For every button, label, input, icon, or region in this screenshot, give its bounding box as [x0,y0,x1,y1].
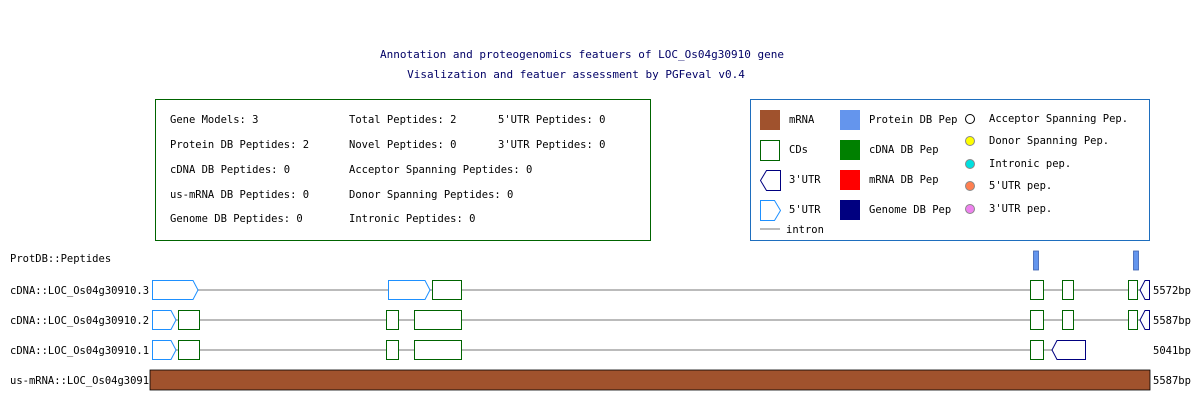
cdna1-cds-5 [1030,340,1044,360]
cdna1-cds-4 [414,340,462,360]
stat-genome-db-peptides: Genome DB Peptides: 0 [170,213,303,225]
length-label-cdna-1: 5041bp [1153,345,1191,357]
stat-total-peptides: Total Peptides: 2 [349,114,456,126]
cdna2-cds-5 [1030,310,1044,330]
figure-subtitle: Visalization and featuer assessment by P… [407,68,745,81]
legend-cds-swatch [760,140,780,161]
cdna3-cds-5 [1062,280,1074,300]
legend-mrna-swatch [760,110,780,130]
cdna1-utr3-7 [1051,340,1086,360]
peptide-mark-2 [1133,250,1139,271]
track-label-cdna-3: cDNA::LOC_Os04g30910.3 [10,285,149,297]
legend-protein-db-swatch [840,110,860,130]
figure-title: Annotation and proteogenomics featuers o… [380,48,784,61]
stat-3utr-peptides: 3'UTR Peptides: 0 [498,139,605,151]
stat-us-mrna-db-peptides: us-mRNA DB Peptides: 0 [170,189,309,201]
cdna2-cds-6 [1062,310,1074,330]
cdna2-utr3-8 [1139,310,1150,330]
stat-intronic-peptides: Intronic Peptides: 0 [349,213,475,225]
length-label-cdna-2: 5587bp [1153,315,1191,327]
gene-annotation-figure: Annotation and proteogenomics featuers o… [10,48,1191,391]
legend-mrna-db-swatch [840,170,860,190]
track-label-cdna-2: cDNA::LOC_Os04g30910.2 [10,315,149,327]
legend-acceptor-label: Acceptor Spanning Pep. [989,113,1128,125]
length-label-us-mrna: 5587bp [1153,375,1191,387]
track-label-peptides: ProtDB::Peptides [10,253,111,265]
legend-donor-label: Donor Spanning Pep. [989,135,1109,147]
track-label-us-mrna: us-mRNA::LOC_Os04g30910 [10,375,155,387]
legend-cdna-db-swatch [840,140,860,160]
cdna1-utr5-1 [152,340,177,360]
legend-donor-dot [965,136,975,146]
stat-cdna-db-peptides: cDNA DB Peptides: 0 [170,164,290,176]
legend-genome-db-label: Genome DB Pep [869,204,951,216]
cdna3-cds-4 [1030,280,1044,300]
cdna2-utr5-1 [152,310,177,330]
stat-gene-models: Gene Models: 3 [170,114,259,126]
legend-panel: mRNA CDs 3'UTR 5'UTR intron Protein DB P… [750,99,1150,241]
cdna2-cds-7 [1128,310,1138,330]
legend-mrna-label: mRNA [789,114,815,126]
legend-mrna-db-label: mRNA DB Pep [869,174,939,186]
legend-cds-label: CDs [789,144,808,156]
stat-donor-spanning-peptides: Donor Spanning Peptides: 0 [349,189,513,201]
stat-5utr-peptides: 5'UTR Peptides: 0 [498,114,605,126]
legend-5utr-pep-label: 5'UTR pep. [989,180,1052,192]
peptide-mark-1 [1033,250,1039,271]
legend-genome-db-swatch [840,200,860,220]
us-mrna-block [149,369,1151,391]
legend-cdna-db-label: cDNA DB Pep [869,144,939,156]
legend-acceptor-dot [965,114,975,124]
legend-3utr-swatch [759,170,781,191]
stat-novel-peptides: Novel Peptides: 0 [349,139,456,151]
legend-intron-label: intron [786,224,824,236]
legend-5utr-swatch [760,200,782,221]
legend-3utr-pep-dot [965,204,975,214]
track-features [149,250,1151,391]
stats-panel: Gene Models: 3 Total Peptides: 2 5'UTR P… [155,99,651,241]
legend-intronic-label: Intronic pep. [989,158,1071,170]
stat-protein-db-peptides: Protein DB Peptides: 2 [170,139,309,151]
cdna2-cds-4 [414,310,462,330]
stat-acceptor-spanning-peptides: Acceptor Spanning Peptides: 0 [349,164,532,176]
track-label-cdna-1: cDNA::LOC_Os04g30910.1 [10,345,149,357]
cdna3-cds-3 [432,280,462,300]
cdna3-utr5-1 [152,280,199,300]
legend-intronic-dot [965,159,975,169]
cdna3-cds-6 [1128,280,1138,300]
legend-5utr-pep-dot [965,181,975,191]
legend-protein-db-label: Protein DB Pep [869,114,958,126]
cdna2-cds-3 [386,310,399,330]
cdna1-cds-3 [386,340,399,360]
legend-3utr-label: 3'UTR [789,174,821,186]
cdna3-utr3-7 [1139,280,1150,300]
cdna3-utr5-2 [388,280,431,300]
cdna2-cds-2 [178,310,200,330]
length-label-cdna-3: 5572bp [1153,285,1191,297]
cdna1-cds-2 [178,340,200,360]
legend-3utr-pep-label: 3'UTR pep. [989,203,1052,215]
legend-5utr-label: 5'UTR [789,204,821,216]
